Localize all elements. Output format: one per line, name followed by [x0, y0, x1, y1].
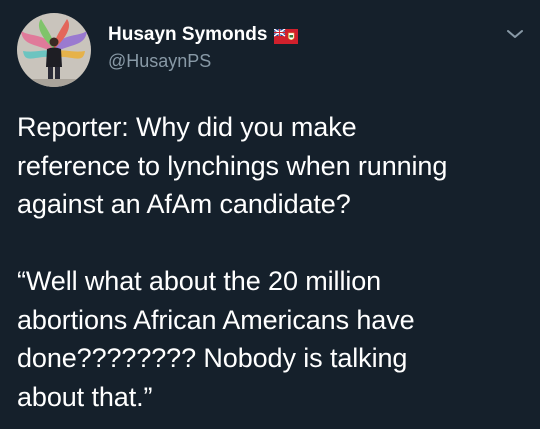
bermuda-flag-icon: [274, 29, 298, 44]
avatar[interactable]: [17, 13, 91, 87]
chevron-down-icon[interactable]: [505, 27, 525, 41]
profile-photo: [17, 13, 91, 87]
display-name[interactable]: Husayn Symonds: [108, 24, 267, 46]
tweet-text: Reporter: Why did you make reference to …: [17, 112, 448, 412]
handle[interactable]: @HusaynPS: [108, 51, 211, 72]
tweet-card: Husayn Symonds @HusaynPS Reporter: Why d…: [0, 0, 540, 429]
